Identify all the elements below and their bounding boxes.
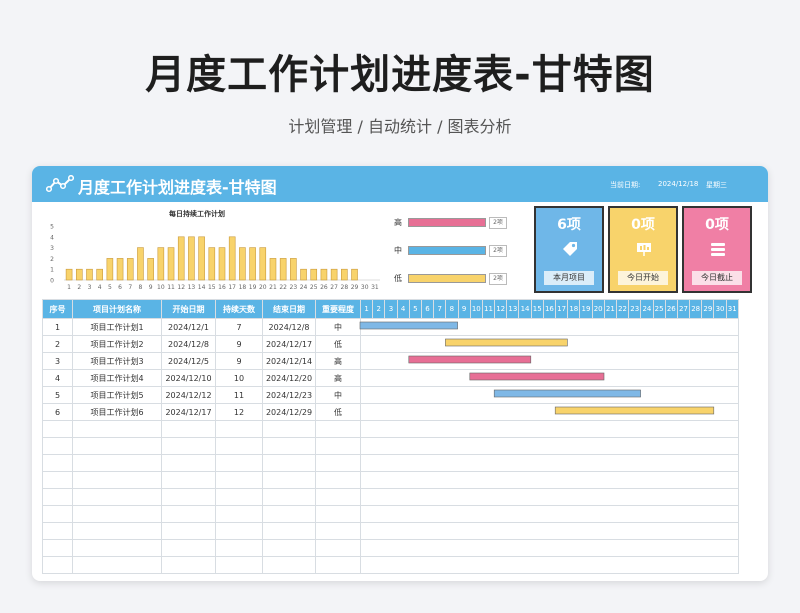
gantt-bar bbox=[408, 355, 532, 364]
page-subtitle: 计划管理 / 自动统计 / 图表分析 bbox=[288, 117, 512, 136]
gantt-bar bbox=[554, 406, 715, 415]
gantt-bar bbox=[469, 372, 605, 381]
gantt-card: 月度工作计划进度表-甘特图 当前日期: 2024/12/18 星期三 每日持续工… bbox=[32, 166, 768, 581]
gantt-bar-layer bbox=[359, 321, 715, 415]
gantt-bar bbox=[493, 389, 641, 398]
gantt-bar bbox=[445, 338, 568, 347]
gantt-bar bbox=[359, 321, 458, 330]
page-title: 月度工作计划进度表-甘特图 bbox=[145, 52, 655, 98]
